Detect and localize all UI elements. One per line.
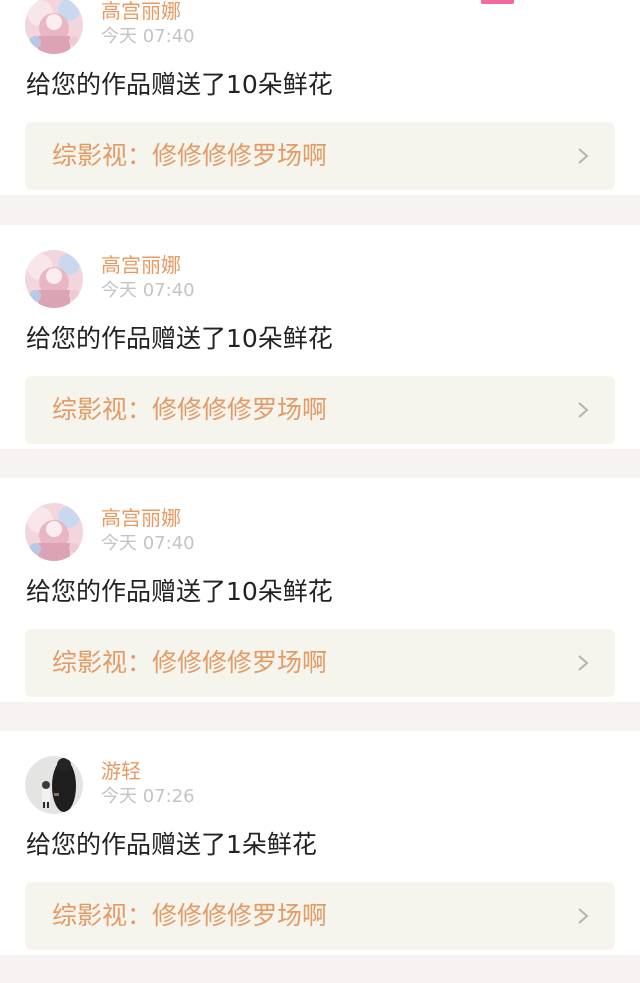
notification-card: 高宫丽娜 今天 07:40 给您的作品赠送了10朵鲜花 综影视：修修修修罗场啊 <box>0 225 640 449</box>
username[interactable]: 高宫丽娜 <box>101 0 181 23</box>
gift-message: 给您的作品赠送了10朵鲜花 <box>26 70 333 99</box>
chevron-right-icon <box>576 654 590 672</box>
username[interactable]: 高宫丽娜 <box>101 253 181 277</box>
gift-message: 给您的作品赠送了1朵鲜花 <box>26 830 317 859</box>
chevron-right-icon <box>576 147 590 165</box>
pink-girl-avatar-icon[interactable] <box>25 503 83 561</box>
username[interactable]: 高宫丽娜 <box>101 506 181 530</box>
gift-message: 给您的作品赠送了10朵鲜花 <box>26 577 333 606</box>
chevron-right-icon <box>576 401 590 419</box>
work-link-button[interactable]: 综影视：修修修修罗场啊 <box>25 122 615 190</box>
work-title: 综影视：修修修修罗场啊 <box>52 901 328 930</box>
work-title: 综影视：修修修修罗场啊 <box>52 395 328 424</box>
notification-card: 高宫丽娜 今天 07:40 给您的作品赠送了10朵鲜花 综影视：修修修修罗场啊 <box>0 0 640 195</box>
work-title: 综影视：修修修修罗场啊 <box>52 141 328 170</box>
dark-silhouette-avatar-icon[interactable] <box>25 756 83 814</box>
timestamp: 今天 07:40 <box>101 26 195 47</box>
pink-girl-avatar-icon[interactable] <box>25 250 83 308</box>
username[interactable]: 游轻 <box>101 759 141 783</box>
timestamp: 今天 07:40 <box>101 533 195 554</box>
notification-badge <box>481 0 514 4</box>
work-link-button[interactable]: 综影视：修修修修罗场啊 <box>25 629 615 697</box>
notification-card: 高宫丽娜 今天 07:40 给您的作品赠送了10朵鲜花 综影视：修修修修罗场啊 <box>0 478 640 702</box>
chevron-right-icon <box>576 907 590 925</box>
work-title: 综影视：修修修修罗场啊 <box>52 648 328 677</box>
timestamp: 今天 07:40 <box>101 280 195 301</box>
pink-girl-avatar-icon[interactable] <box>25 0 83 54</box>
work-link-button[interactable]: 综影视：修修修修罗场啊 <box>25 882 615 950</box>
notification-card: 游轻 今天 07:26 给您的作品赠送了1朵鲜花 综影视：修修修修罗场啊 <box>0 731 640 955</box>
work-link-button[interactable]: 综影视：修修修修罗场啊 <box>25 376 615 444</box>
timestamp: 今天 07:26 <box>101 786 195 807</box>
gift-message: 给您的作品赠送了10朵鲜花 <box>26 324 333 353</box>
